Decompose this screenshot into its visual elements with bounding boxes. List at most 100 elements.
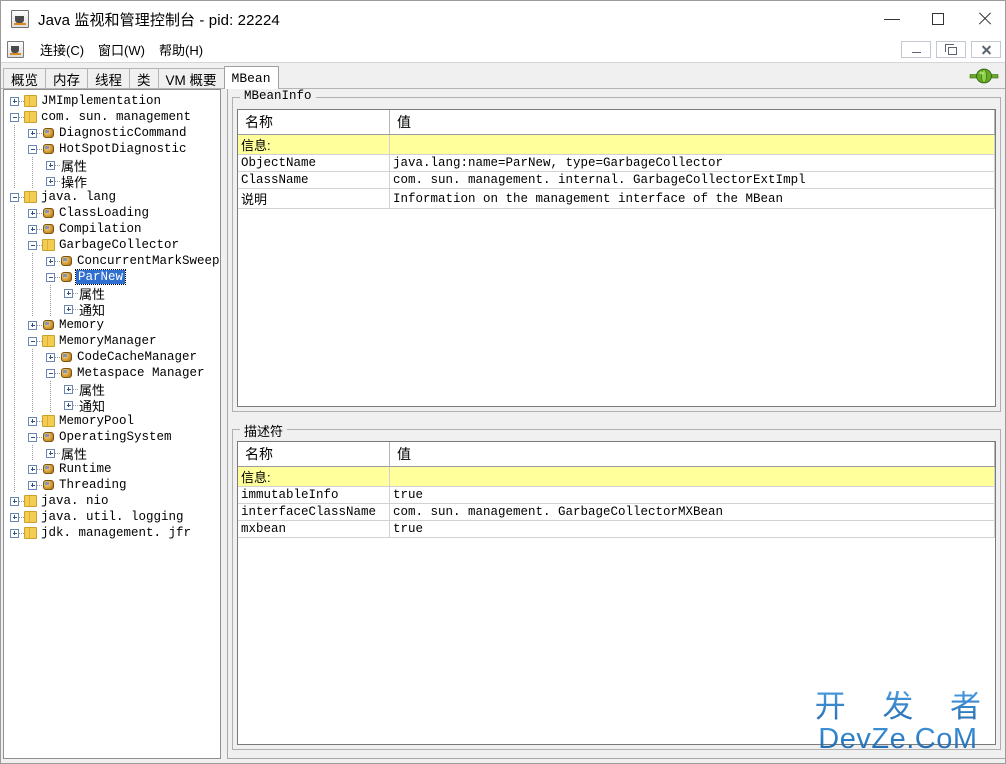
table-row[interactable]: 说明 Information on the management interfac…: [238, 188, 995, 209]
table-row[interactable]: ObjectName java.lang:name=ParNew, type=Ga…: [238, 154, 995, 172]
mbeaninfo-col-name[interactable]: 名称: [238, 110, 390, 135]
tree-expand-icon[interactable]: [64, 288, 73, 298]
table-row[interactable]: mxbean true: [238, 520, 995, 538]
menu-item-window[interactable]: 窗口(W): [91, 38, 152, 61]
tree-node[interactable]: java. lang: [4, 189, 220, 205]
tree-collapse-icon[interactable]: [28, 432, 37, 442]
tree-expand-icon[interactable]: [28, 464, 37, 474]
table-row[interactable]: immutableInfo true: [238, 486, 995, 504]
table-row[interactable]: interfaceClassName com. sun. management. …: [238, 503, 995, 521]
tree-expand-icon[interactable]: [10, 496, 19, 506]
tree-expand-icon[interactable]: [28, 128, 37, 138]
menu-item-help[interactable]: 帮助(H): [152, 38, 210, 61]
cell-name[interactable]: ObjectName: [238, 154, 390, 172]
tree-expand-icon[interactable]: [28, 224, 37, 234]
mbeaninfo-col-value[interactable]: 值: [389, 110, 995, 135]
cell-name[interactable]: interfaceClassName: [238, 503, 390, 521]
descriptor-col-value[interactable]: 值: [389, 442, 995, 467]
tree-node[interactable]: HotSpotDiagnostic: [4, 141, 220, 157]
tree-collapse-icon[interactable]: [28, 144, 37, 154]
descriptor-col-name[interactable]: 名称: [238, 442, 390, 467]
tree-expand-icon[interactable]: [28, 208, 37, 218]
internal-close-button[interactable]: [971, 41, 1001, 58]
table-row[interactable]: ClassName com. sun. management. internal.…: [238, 171, 995, 189]
mbean-tree-panel[interactable]: JMImplementation com. sun. management Diag…: [3, 89, 221, 759]
table-row[interactable]: 信息:: [238, 134, 995, 155]
tree-node[interactable]: Metaspace Manager: [4, 365, 220, 381]
cell-name[interactable]: mxbean: [238, 520, 390, 538]
tree-node[interactable]: Threading: [4, 477, 220, 493]
tree-node[interactable]: jdk. management. jfr: [4, 525, 220, 541]
cell-name[interactable]: 信息:: [238, 134, 390, 155]
tree-node[interactable]: ConcurrentMarkSweep: [4, 253, 220, 269]
tree-node[interactable]: ClassLoading: [4, 205, 220, 221]
mbeaninfo-table-wrap[interactable]: 名称 值 信息: ObjectName java.lang:name=ParNew,…: [237, 109, 996, 407]
tree-collapse-icon[interactable]: [28, 336, 37, 346]
tree-node[interactable]: 通知: [4, 301, 220, 318]
tree-expand-icon[interactable]: [10, 96, 19, 106]
tree-node[interactable]: OperatingSystem: [4, 429, 220, 445]
cell-name[interactable]: immutableInfo: [238, 486, 390, 504]
tree-node[interactable]: 属性: [4, 285, 220, 302]
tab-5[interactable]: MBean: [223, 66, 279, 89]
tree-node[interactable]: Memory: [4, 317, 220, 333]
cell-value[interactable]: com. sun. management. internal. GarbageC…: [389, 171, 995, 189]
tree-collapse-icon[interactable]: [46, 272, 55, 282]
menu-item-connection[interactable]: 连接(C): [33, 38, 91, 61]
tree-node[interactable]: CodeCacheManager: [4, 349, 220, 365]
tree-expand-icon[interactable]: [28, 480, 37, 490]
tree-expand-icon[interactable]: [28, 416, 37, 426]
cell-name[interactable]: 信息:: [238, 466, 390, 487]
tree-node[interactable]: MemoryManager: [4, 333, 220, 349]
tree-node[interactable]: MemoryPool: [4, 413, 220, 429]
tree-expand-icon[interactable]: [10, 512, 19, 522]
window-minimize-button[interactable]: [869, 1, 915, 37]
tree-node[interactable]: 操作: [4, 173, 220, 190]
tree-node[interactable]: 属性: [4, 445, 220, 462]
tab-4[interactable]: VM 概要: [157, 68, 225, 89]
cell-value[interactable]: Information on the management interface …: [389, 188, 995, 209]
cell-name[interactable]: 说明: [238, 188, 390, 209]
tree-expand-icon[interactable]: [46, 160, 55, 170]
cell-value[interactable]: com. sun. management. GarbageCollectorMX…: [389, 503, 995, 521]
internal-restore-button[interactable]: [936, 41, 966, 58]
tab-0[interactable]: 概览: [3, 68, 46, 89]
cell-value[interactable]: java.lang:name=ParNew, type=GarbageColle…: [389, 154, 995, 172]
tree-node[interactable]: java. nio: [4, 493, 220, 509]
tree-expand-icon[interactable]: [46, 448, 55, 458]
tree-expand-icon[interactable]: [64, 384, 73, 394]
cell-value[interactable]: true: [389, 486, 995, 504]
tree-collapse-icon[interactable]: [28, 240, 37, 250]
window-maximize-button[interactable]: [915, 1, 961, 37]
tree-node[interactable]: 属性: [4, 157, 220, 174]
tree-node[interactable]: GarbageCollector: [4, 237, 220, 253]
tree-node[interactable]: 通知: [4, 397, 220, 414]
internal-minimize-button[interactable]: [901, 41, 931, 58]
tab-1[interactable]: 内存: [45, 68, 88, 89]
tree-expand-icon[interactable]: [64, 304, 73, 314]
tree-node[interactable]: Compilation: [4, 221, 220, 237]
cell-name[interactable]: ClassName: [238, 171, 390, 189]
tree-collapse-icon[interactable]: [10, 112, 19, 122]
tree-node[interactable]: JMImplementation: [4, 93, 220, 109]
tree-node[interactable]: java. util. logging: [4, 509, 220, 525]
cell-value[interactable]: [389, 134, 995, 155]
tree-expand-icon[interactable]: [28, 320, 37, 330]
tree-node[interactable]: 属性: [4, 381, 220, 398]
cell-value[interactable]: true: [389, 520, 995, 538]
tree-node[interactable]: Runtime: [4, 461, 220, 477]
table-row[interactable]: 信息:: [238, 466, 995, 487]
window-close-button[interactable]: [961, 1, 1005, 37]
tree-expand-icon[interactable]: [10, 528, 19, 538]
tab-2[interactable]: 线程: [87, 68, 130, 89]
tree-expand-icon[interactable]: [64, 400, 73, 410]
tree-expand-icon[interactable]: [46, 256, 55, 266]
descriptor-table-wrap[interactable]: 名称 值 信息: immutableInfo true interfaceClassN…: [237, 441, 996, 745]
cell-value[interactable]: [389, 466, 995, 487]
tree-expand-icon[interactable]: [46, 176, 55, 186]
tree-collapse-icon[interactable]: [10, 192, 19, 202]
tree-node[interactable]: DiagnosticCommand: [4, 125, 220, 141]
tree-expand-icon[interactable]: [46, 352, 55, 362]
tab-3[interactable]: 类: [129, 68, 159, 89]
tree-node[interactable]: com. sun. management: [4, 109, 220, 125]
